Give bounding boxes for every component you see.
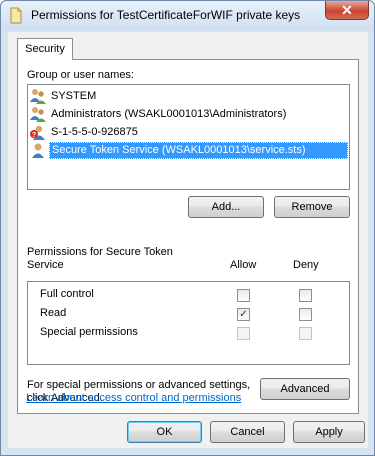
allow-checkbox[interactable] [237,289,250,302]
security-tab-panel: Group or user names: SYSTEM Administrato… [17,59,359,414]
list-item[interactable]: ? S-1-5-5-0-926875 [30,123,348,141]
close-icon: ✕ [341,2,353,18]
permission-row-full-control: Full control [28,286,349,304]
permissions-list: Full control Read ✓ Special permissions [27,281,350,365]
cancel-button[interactable]: Cancel [210,421,285,443]
group-user-list[interactable]: SYSTEM Administrators (WSAKL0001013\Admi… [27,84,350,190]
deny-checkbox-disabled [299,327,312,340]
close-button[interactable]: ✕ [325,1,369,20]
svg-text:?: ? [32,132,36,139]
window-title: Permissions for TestCertificateForWIF pr… [31,8,301,22]
permission-row-read: Read ✓ [28,305,349,323]
user-icon [32,143,44,158]
permissions-title-line2: Service [27,259,64,271]
permission-row-special: Special permissions [28,324,349,342]
user-group-icon [30,107,46,122]
dialog-client-area: Security Group or user names: SYSTEM Adm… [8,32,368,448]
permission-name: Read [40,307,67,319]
title-bar: Permissions for TestCertificateForWIF pr… [1,1,374,31]
advanced-button[interactable]: Advanced [260,378,350,400]
allow-checkbox-disabled [237,327,250,340]
allow-checkbox-checked[interactable]: ✓ [237,308,250,321]
list-item-label: Administrators (WSAKL0001013\Administrat… [51,108,287,120]
tab-security[interactable]: Security [17,38,73,60]
user-group-icon [30,89,46,104]
remove-button[interactable]: Remove [274,196,350,218]
list-item-selected[interactable]: Secure Token Service (WSAKL0001013\servi… [30,141,348,159]
allow-column-header: Allow [230,259,257,271]
add-button[interactable]: Add... [188,196,264,218]
list-item-label: Secure Token Service (WSAKL0001013\servi… [49,141,348,159]
advanced-hint-line1: For special permissions or advanced sett… [27,379,251,391]
group-names-label: Group or user names: [27,69,134,81]
ok-button[interactable]: OK [127,421,202,443]
list-item-label: S-1-5-5-0-926875 [51,126,138,138]
list-item-label: SYSTEM [51,90,97,102]
list-item[interactable]: Administrators (WSAKL0001013\Administrat… [30,105,348,123]
list-item[interactable]: SYSTEM [30,87,348,105]
key-file-icon [10,7,22,24]
apply-button[interactable]: Apply [293,421,365,443]
unknown-user-icon: ? [30,125,45,140]
deny-column-header: Deny [293,259,319,271]
permission-name: Special permissions [40,326,138,338]
deny-checkbox[interactable] [299,308,312,321]
permission-name: Full control [40,288,94,300]
permissions-title-line1: Permissions for Secure Token [27,246,173,258]
deny-checkbox[interactable] [299,289,312,302]
permissions-dialog: Permissions for TestCertificateForWIF pr… [0,0,375,456]
learn-access-control-link[interactable]: Learn about access control and permissio… [26,392,241,404]
